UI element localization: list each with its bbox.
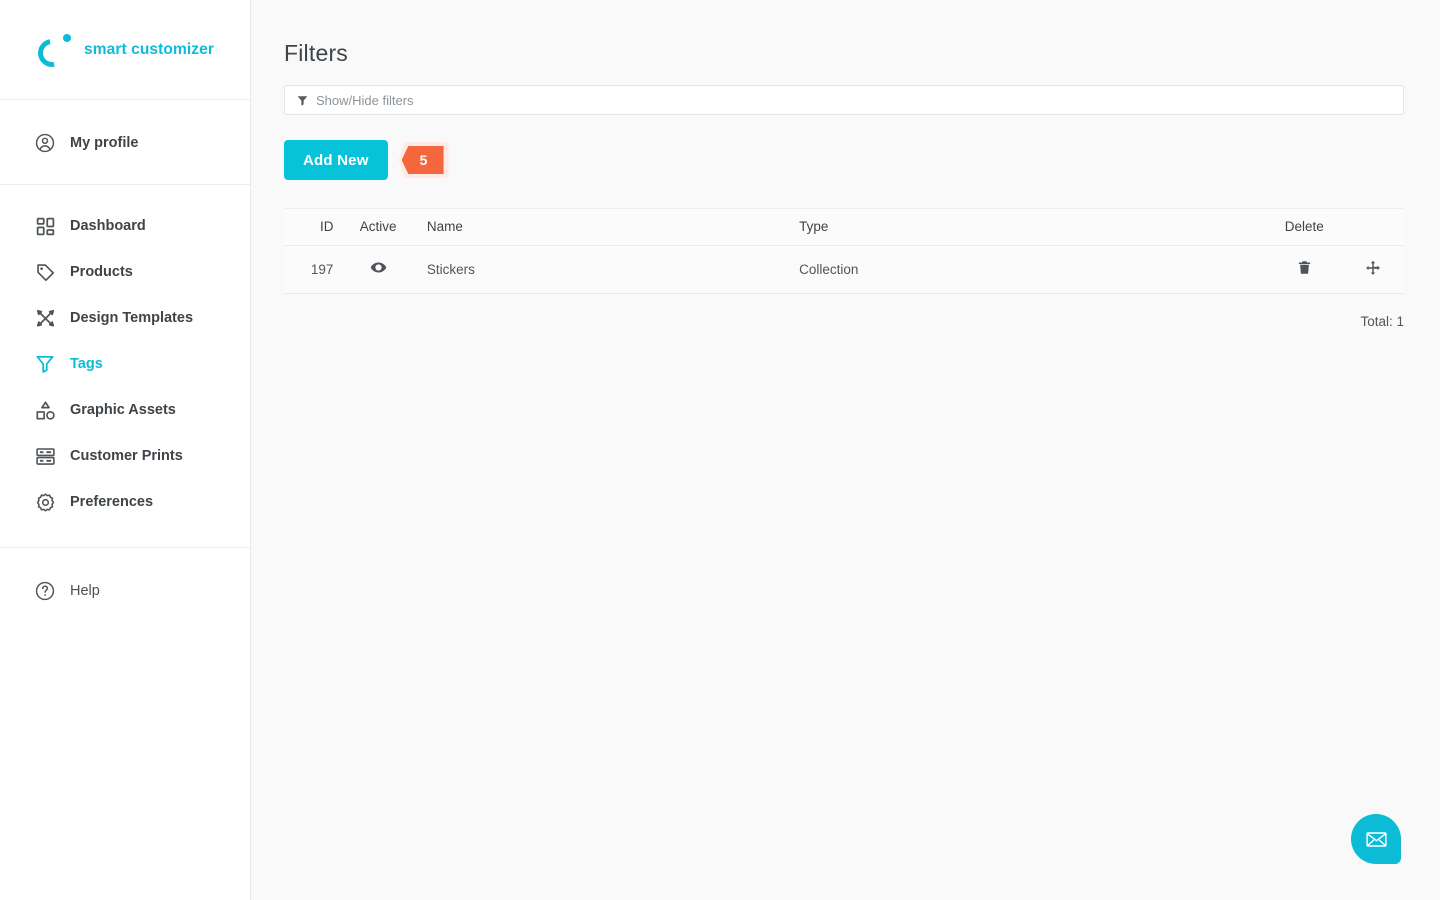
- page-title: Filters: [284, 40, 349, 66]
- sidebar-item-label: Design Templates: [70, 310, 194, 326]
- filters-table: ID Active Name Type Delete 197 Stickers …: [284, 208, 1404, 294]
- brand-logo[interactable]: smart customizer: [0, 0, 250, 100]
- funnel-icon: [32, 351, 58, 377]
- question-circle-icon: [32, 578, 58, 604]
- count-badge-outline: 5: [398, 142, 449, 178]
- cell-delete: [1265, 245, 1343, 294]
- app-root: smart customizer My profile Dashboard Pr…: [0, 0, 1440, 900]
- column-header-id[interactable]: ID: [284, 208, 346, 246]
- move-arrows-icon[interactable]: [1365, 260, 1381, 276]
- table-header-row: ID Active Name Type Delete: [284, 208, 1404, 246]
- pencils-icon: [32, 305, 58, 331]
- sidebar-group-main: Dashboard Products Design Templates Tags…: [0, 185, 250, 548]
- tag-icon: [32, 259, 58, 285]
- sidebar-item-dashboard[interactable]: Dashboard: [0, 203, 250, 249]
- grid-icon: [32, 213, 58, 239]
- sidebar-item-label: Products: [70, 264, 133, 280]
- total-count: Total: 1: [1360, 314, 1404, 329]
- user-circle-icon: [32, 130, 58, 156]
- funnel-icon: [297, 95, 308, 106]
- table-header: ID Active Name Type Delete: [284, 208, 1404, 246]
- sidebar-item-products[interactable]: Products: [0, 249, 250, 295]
- sidebar-group-help: Help: [0, 548, 250, 634]
- chat-support-button[interactable]: [1351, 814, 1401, 864]
- sidebar-item-design-templates[interactable]: Design Templates: [0, 295, 250, 341]
- table-toolbar: Add New 5: [284, 140, 1404, 180]
- table-row[interactable]: 197 Stickers Collection: [284, 245, 1404, 294]
- sidebar-item-label: Help: [70, 583, 100, 599]
- shapes-icon: [32, 397, 58, 423]
- sidebar-item-label: Tags: [70, 356, 103, 372]
- sidebar: smart customizer My profile Dashboard Pr…: [0, 0, 251, 900]
- sidebar-item-label: My profile: [70, 135, 139, 151]
- sidebar-item-label: Preferences: [70, 494, 154, 510]
- layers-icon: [32, 443, 58, 469]
- column-header-move: [1342, 208, 1404, 246]
- brand-name: smart customizer: [84, 40, 214, 58]
- table-body: 197 Stickers Collection: [284, 245, 1404, 294]
- sidebar-item-customer-prints[interactable]: Customer Prints: [0, 433, 250, 479]
- sidebar-item-label: Graphic Assets: [70, 402, 176, 418]
- cell-id: 197: [284, 245, 346, 294]
- sidebar-item-graphic-assets[interactable]: Graphic Assets: [0, 387, 250, 433]
- sidebar-item-preferences[interactable]: Preferences: [0, 479, 250, 525]
- status-badge: 5: [401, 146, 444, 174]
- cell-type: Collection: [799, 245, 1266, 294]
- column-header-name[interactable]: Name: [410, 208, 800, 246]
- envelope-icon: [1365, 828, 1388, 851]
- cell-active: [345, 245, 411, 294]
- show-hide-filters-toggle[interactable]: Show/Hide filters: [284, 85, 1404, 115]
- column-header-delete[interactable]: Delete: [1265, 208, 1343, 246]
- sidebar-item-label: Dashboard: [70, 218, 146, 234]
- sidebar-item-label: Customer Prints: [70, 448, 183, 464]
- show-hide-filters-label: Show/Hide filters: [316, 92, 414, 108]
- count-badge-wrapper[interactable]: 5: [398, 142, 449, 178]
- cell-move: [1342, 245, 1404, 294]
- sidebar-item-my-profile[interactable]: My profile: [0, 120, 250, 166]
- gear-icon: [32, 489, 58, 515]
- trash-icon[interactable]: [1297, 259, 1312, 276]
- sidebar-item-help[interactable]: Help: [0, 568, 250, 614]
- sidebar-group-profile: My profile: [0, 100, 250, 185]
- eye-icon[interactable]: [370, 259, 387, 276]
- sidebar-item-tags[interactable]: Tags: [0, 341, 250, 387]
- cell-name: Stickers: [410, 245, 800, 294]
- add-new-button[interactable]: Add New: [284, 140, 388, 180]
- column-header-type[interactable]: Type: [799, 208, 1266, 246]
- smart-customizer-logo-icon: [32, 33, 72, 72]
- main-content: Filters Show/Hide filters Add New 5 ID A…: [251, 0, 1440, 900]
- column-header-active[interactable]: Active: [345, 208, 411, 246]
